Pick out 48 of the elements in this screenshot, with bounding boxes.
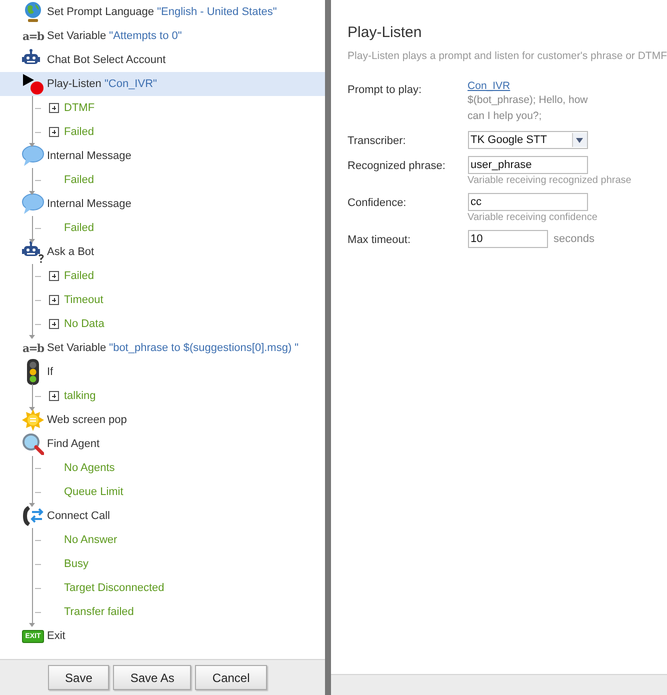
expand-icon[interactable] xyxy=(49,391,59,401)
magnifier-icon xyxy=(22,433,44,455)
robot-question-icon xyxy=(22,241,44,263)
action-button[interactable]: Save As xyxy=(113,665,192,690)
field-hint: Variable receiving recognized phrase xyxy=(468,175,632,186)
field-label: Confidence: xyxy=(348,196,408,211)
variable-icon: a=b xyxy=(22,342,44,354)
flow-step[interactable]: Internal Message xyxy=(0,192,325,216)
number-field[interactable]: 10 xyxy=(468,230,548,248)
caret-icon xyxy=(576,138,584,142)
panel-title: Play-Listen xyxy=(348,24,423,41)
flow-step[interactable]: Play-Listen "Con_IVR" xyxy=(0,72,325,96)
flow-step[interactable]: Ask a Bot xyxy=(0,240,325,264)
expand-icon[interactable] xyxy=(49,319,59,329)
expand-icon[interactable] xyxy=(49,127,59,137)
expand-icon[interactable] xyxy=(49,103,59,113)
field-hint: Variable receiving confidence xyxy=(468,212,598,223)
transcriber-dropdown[interactable]: TK Google STT xyxy=(468,131,588,149)
flow-step[interactable]: If xyxy=(0,360,325,384)
speech-bubble-icon xyxy=(22,193,44,215)
field-label: Prompt to play: xyxy=(348,83,423,98)
phone-transfer-icon xyxy=(22,505,44,527)
field-label: Transcriber: xyxy=(348,134,407,149)
flow-step[interactable]: Chat Bot Select Account xyxy=(0,48,325,72)
variable-icon: a=b xyxy=(22,30,44,42)
globe-icon xyxy=(23,1,43,23)
text-field[interactable]: cc xyxy=(468,193,588,211)
unit-label: seconds xyxy=(552,232,595,247)
flow-step[interactable]: a=b Set Variable "bot_phrase to $(suggestions[0].msg) " xyxy=(0,336,325,360)
action-button[interactable]: Save xyxy=(48,665,110,690)
flow-step[interactable]: Set Prompt Language "English - United States" xyxy=(0,0,325,24)
play-record-icon xyxy=(22,72,44,96)
flow-step[interactable]: Internal Message xyxy=(0,144,325,168)
flow-step[interactable]: a=b Set Variable "Attempts to 0" xyxy=(0,24,325,48)
flow-step[interactable]: Find Agent xyxy=(0,432,325,456)
prompt-text: $(bot_phrase); Hello, how can I help you?; xyxy=(468,93,589,124)
text-field[interactable]: user_phrase xyxy=(468,156,588,174)
action-button[interactable]: Cancel xyxy=(195,665,267,690)
speech-bubble-icon xyxy=(22,145,44,167)
flow-step[interactable]: Connect Call xyxy=(0,504,325,528)
expand-icon[interactable] xyxy=(49,271,59,281)
expand-icon[interactable] xyxy=(49,295,59,305)
panel-description: Play-Listen plays a prompt and listen for customer's phrase or DTMF xyxy=(348,50,667,62)
sun-icon xyxy=(22,409,44,431)
field-label: Recognized phrase: xyxy=(348,159,446,174)
flow-step[interactable]: Web screen pop xyxy=(0,408,325,432)
prompt-link[interactable]: Con_IVR xyxy=(468,80,603,92)
field-label: Max timeout: xyxy=(348,233,412,248)
